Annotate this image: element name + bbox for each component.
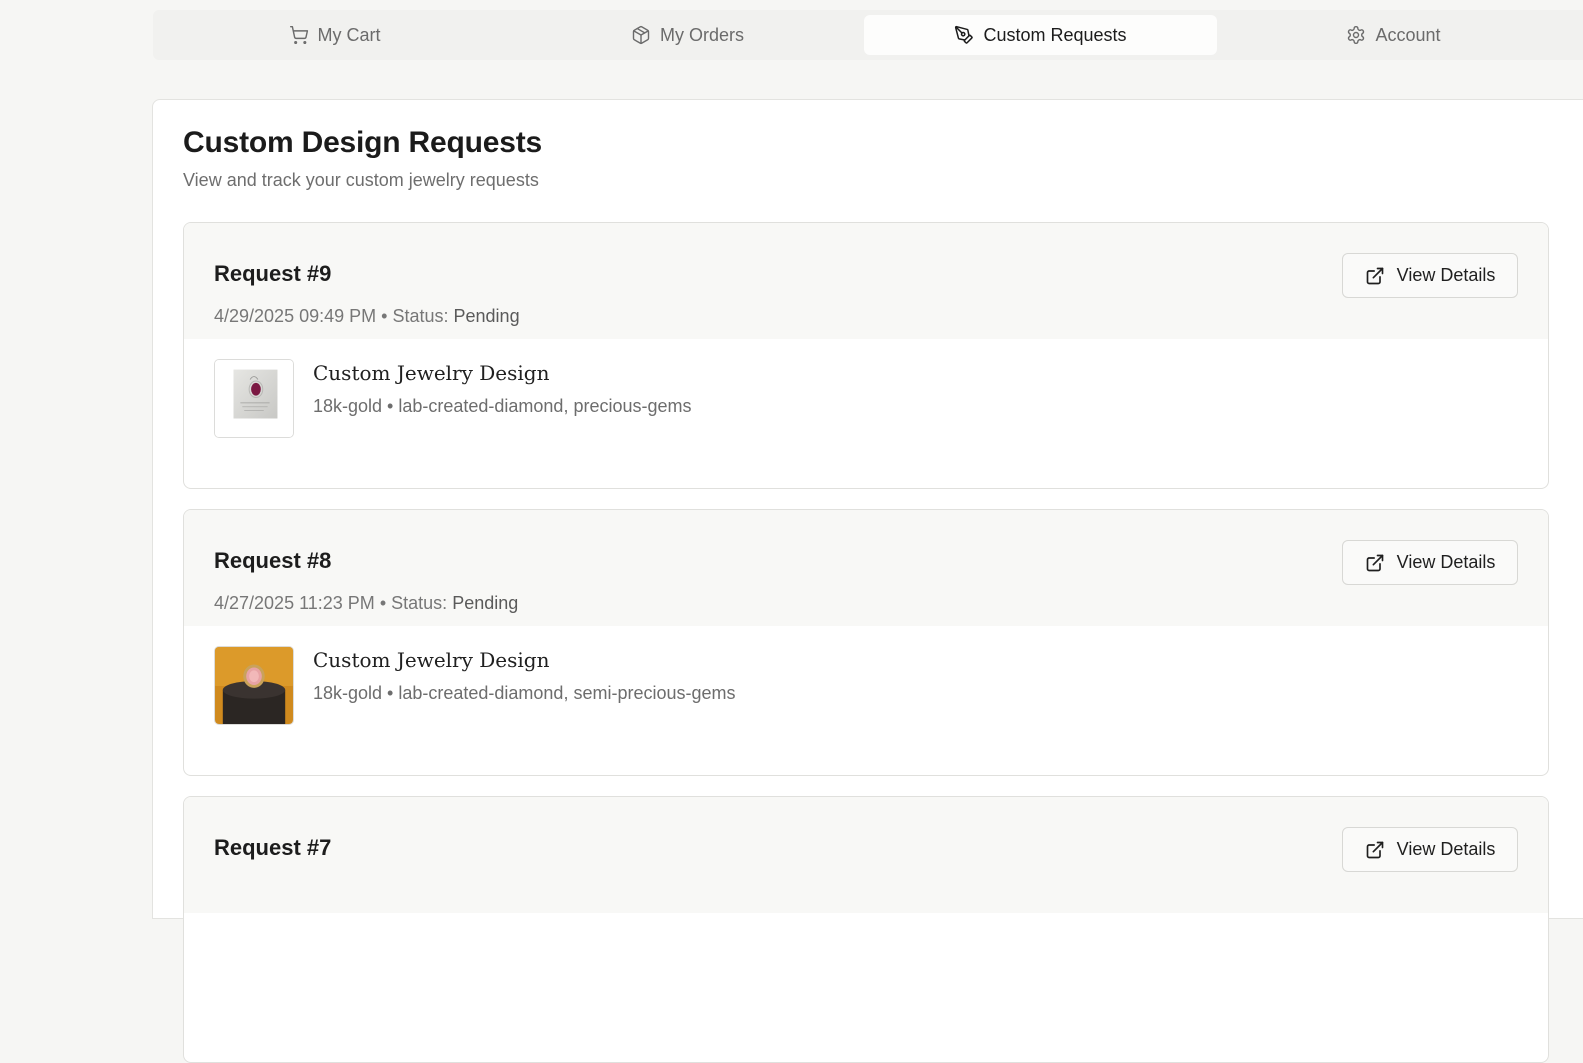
meta-separator: • [381, 306, 388, 326]
external-link-icon [1365, 840, 1385, 860]
button-label: View Details [1396, 265, 1496, 285]
item-specs: 18k-gold • lab-created-diamond, precious… [313, 396, 692, 416]
page-subtitle: View and track your custom jewelry reque… [183, 170, 539, 190]
design-thumbnail [214, 359, 294, 438]
package-icon [631, 25, 651, 45]
item-specs: 18k-gold • lab-created-diamond, semi-pre… [313, 683, 736, 703]
view-details-button[interactable]: View Details [1342, 827, 1518, 872]
tab-label: My Cart [317, 24, 381, 45]
request-title: Request #7 [214, 835, 332, 860]
request-card-header: Request #9 4/29/2025 09:49 PM • Status: … [184, 223, 1548, 339]
tab-custom-requests[interactable]: Custom Requests [864, 15, 1217, 55]
tab-account[interactable]: Account [1217, 15, 1570, 55]
gear-icon [1346, 25, 1366, 45]
item-name: Custom Jewelry Design [313, 648, 550, 672]
request-card: Request #8 4/27/2025 11:23 PM • Status: … [183, 509, 1549, 776]
request-title: Request #8 [214, 548, 332, 573]
tab-my-orders[interactable]: My Orders [511, 15, 864, 55]
tab-my-cart[interactable]: My Cart [158, 15, 511, 55]
request-card-header: Request #7 View Details [184, 797, 1548, 913]
request-meta: 4/29/2025 09:49 PM • Status: Pending [214, 306, 520, 327]
custom-requests-panel: Custom Design Requests View and track yo… [152, 99, 1583, 1063]
status-label: Status: [391, 593, 448, 613]
request-title: Request #9 [214, 261, 332, 286]
button-label: View Details [1396, 839, 1496, 859]
button-label: View Details [1396, 552, 1496, 572]
cart-icon [289, 25, 309, 45]
view-details-button[interactable]: View Details [1342, 540, 1518, 585]
page-title: Custom Design Requests [183, 126, 542, 159]
status-label: Status: [392, 306, 449, 326]
request-date: 4/27/2025 11:23 PM [214, 593, 375, 613]
meta-separator: • [379, 593, 387, 613]
request-meta: 4/27/2025 11:23 PM • Status: Pending [214, 593, 518, 614]
request-card: Request #9 4/29/2025 09:49 PM • Status: … [183, 222, 1549, 489]
tab-label: Custom Requests [983, 24, 1127, 45]
status-badge: Pending [452, 593, 519, 613]
request-card: Request #7 View Details [183, 796, 1549, 1063]
tab-label: My Orders [659, 24, 744, 45]
external-link-icon [1365, 553, 1385, 573]
status-badge: Pending [453, 306, 520, 326]
request-date: 4/29/2025 09:49 PM [214, 306, 377, 326]
design-thumbnail [214, 646, 294, 725]
external-link-icon [1365, 266, 1385, 286]
request-card-header: Request #8 4/27/2025 11:23 PM • Status: … [184, 510, 1548, 626]
tab-label: Account [1375, 24, 1441, 45]
view-details-button[interactable]: View Details [1342, 253, 1518, 298]
account-tab-bar: My Cart My Orders Custom Requests Accoun… [153, 10, 1583, 60]
item-name: Custom Jewelry Design [313, 361, 550, 385]
pen-tool-icon [954, 25, 974, 45]
